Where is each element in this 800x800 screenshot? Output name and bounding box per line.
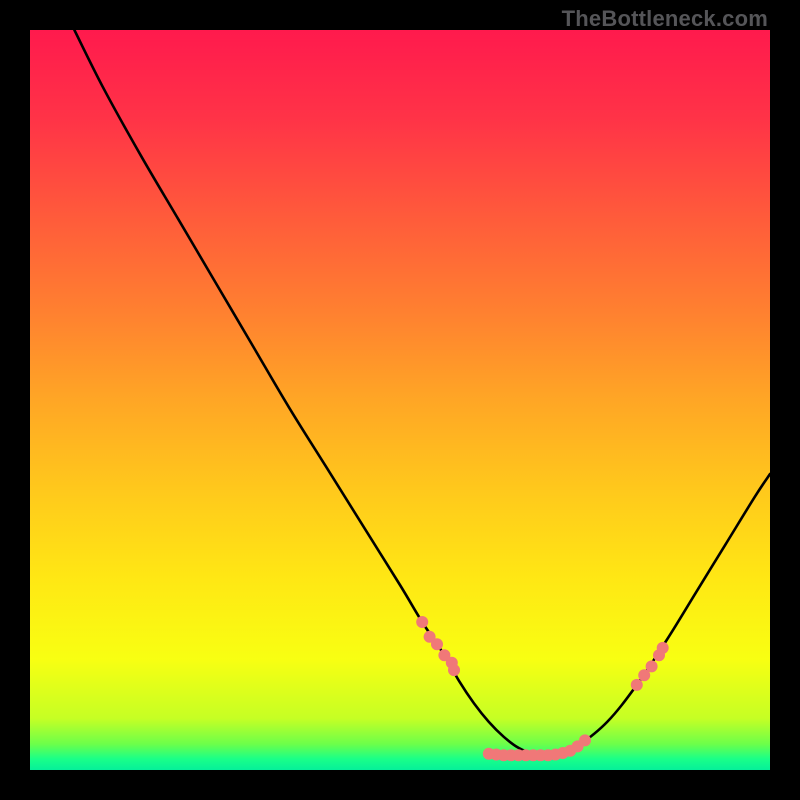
watermark-text: TheBottleneck.com — [562, 6, 768, 32]
data-point — [579, 734, 591, 746]
data-point — [646, 660, 658, 672]
chart-svg — [30, 30, 770, 770]
data-point — [631, 679, 643, 691]
data-point — [657, 642, 669, 654]
data-point — [431, 638, 443, 650]
data-point — [448, 664, 460, 676]
chart-frame — [30, 30, 770, 770]
data-point — [416, 616, 428, 628]
